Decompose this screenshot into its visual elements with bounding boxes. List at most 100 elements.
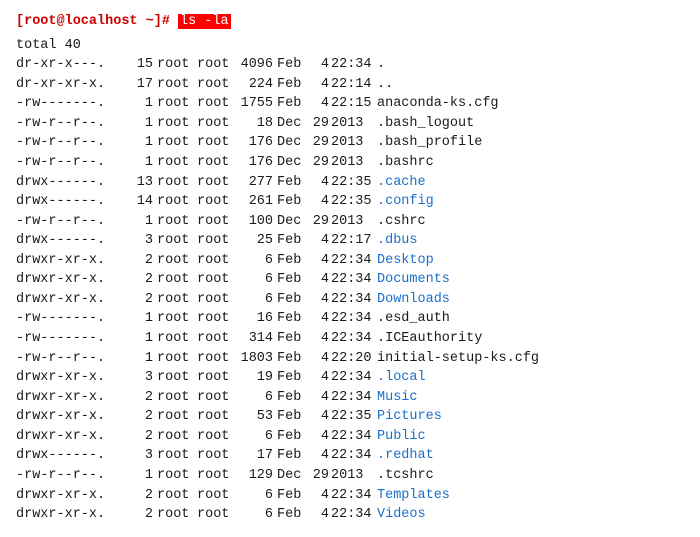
file-size: 53	[237, 407, 277, 427]
file-perms: dr-xr-xr-x.	[16, 75, 131, 95]
file-size: 277	[237, 173, 277, 193]
file-month: Feb	[277, 486, 309, 506]
file-size: 6	[237, 486, 277, 506]
file-time: 22:34	[331, 368, 377, 388]
file-size: 6	[237, 270, 277, 290]
file-month: Feb	[277, 349, 309, 369]
file-links: 2	[131, 486, 157, 506]
file-links: 2	[131, 388, 157, 408]
table-row: -rw-r--r--.1 rootroot176 Dec29 2013.bash…	[16, 133, 684, 153]
file-perms: drwxr-xr-x.	[16, 486, 131, 506]
file-month: Feb	[277, 55, 309, 75]
file-day: 29	[309, 133, 331, 153]
file-perms: -rw-r--r--.	[16, 349, 131, 369]
file-size: 19	[237, 368, 277, 388]
file-links: 1	[131, 133, 157, 153]
file-size: 6	[237, 427, 277, 447]
prompt-user: [root@localhost ~]#	[16, 14, 170, 29]
file-time: 22:15	[331, 94, 377, 114]
file-group: root	[197, 486, 237, 506]
table-row: -rw-r--r--.1 rootroot1803 Feb4 22:20init…	[16, 349, 684, 369]
file-links: 2	[131, 505, 157, 525]
file-time: 22:35	[331, 407, 377, 427]
file-perms: drwx------.	[16, 173, 131, 193]
file-group: root	[197, 75, 237, 95]
table-row: drwxr-xr-x.2 rootroot6 Feb4 22:34Downloa…	[16, 290, 684, 310]
file-day: 4	[309, 231, 331, 251]
file-time: 22:34	[331, 329, 377, 349]
file-group: root	[197, 427, 237, 447]
file-group: root	[197, 133, 237, 153]
table-row: -rw-------.1 rootroot16 Feb4 22:34.esd_a…	[16, 309, 684, 329]
file-owner: root	[157, 466, 197, 486]
file-owner: root	[157, 290, 197, 310]
file-day: 4	[309, 173, 331, 193]
table-row: drwxr-xr-x.3 rootroot19 Feb4 22:34.local	[16, 368, 684, 388]
file-day: 29	[309, 114, 331, 134]
file-perms: drwxr-xr-x.	[16, 270, 131, 290]
file-month: Dec	[277, 153, 309, 173]
file-perms: drwxr-xr-x.	[16, 407, 131, 427]
prompt-line: [root@localhost ~]# ls -la	[16, 12, 684, 32]
file-perms: -rw-r--r--.	[16, 212, 131, 232]
table-row: dr-xr-xr-x.17 rootroot224 Feb4 22:14..	[16, 75, 684, 95]
table-row: -rw-r--r--.1 rootroot100 Dec29 2013.cshr…	[16, 212, 684, 232]
file-time: 2013	[331, 133, 377, 153]
table-row: drwxr-xr-x.2 rootroot6 Feb4 22:34Templat…	[16, 486, 684, 506]
file-perms: -rw-r--r--.	[16, 466, 131, 486]
file-day: 29	[309, 212, 331, 232]
file-name: ..	[377, 75, 393, 95]
file-links: 2	[131, 407, 157, 427]
file-month: Feb	[277, 407, 309, 427]
file-day: 4	[309, 486, 331, 506]
file-perms: -rw-r--r--.	[16, 153, 131, 173]
file-owner: root	[157, 94, 197, 114]
file-name: Documents	[377, 270, 450, 290]
file-name: Downloads	[377, 290, 450, 310]
file-size: 1755	[237, 94, 277, 114]
file-links: 14	[131, 192, 157, 212]
file-perms: -rw-------.	[16, 94, 131, 114]
file-perms: drwxr-xr-x.	[16, 251, 131, 271]
file-links: 2	[131, 427, 157, 447]
file-links: 2	[131, 290, 157, 310]
file-day: 4	[309, 388, 331, 408]
file-group: root	[197, 212, 237, 232]
file-owner: root	[157, 486, 197, 506]
table-row: drwx------.3 rootroot25 Feb4 22:17.dbus	[16, 231, 684, 251]
file-size: 18	[237, 114, 277, 134]
file-owner: root	[157, 153, 197, 173]
table-row: -rw-r--r--.1 rootroot129 Dec29 2013.tcsh…	[16, 466, 684, 486]
file-time: 22:34	[331, 427, 377, 447]
file-name: .bashrc	[377, 153, 434, 173]
file-time: 2013	[331, 212, 377, 232]
file-time: 22:35	[331, 192, 377, 212]
file-day: 4	[309, 407, 331, 427]
file-month: Dec	[277, 114, 309, 134]
table-row: drwxr-xr-x.2 rootroot6 Feb4 22:34Public	[16, 427, 684, 447]
file-group: root	[197, 388, 237, 408]
file-owner: root	[157, 75, 197, 95]
file-group: root	[197, 466, 237, 486]
file-group: root	[197, 114, 237, 134]
file-month: Feb	[277, 388, 309, 408]
file-links: 1	[131, 153, 157, 173]
file-name: Public	[377, 427, 426, 447]
file-size: 25	[237, 231, 277, 251]
file-time: 22:34	[331, 270, 377, 290]
file-size: 314	[237, 329, 277, 349]
file-time: 2013	[331, 153, 377, 173]
file-links: 1	[131, 309, 157, 329]
table-row: -rw-------.1 rootroot1755 Feb4 22:15anac…	[16, 94, 684, 114]
prompt-cmd	[170, 14, 178, 29]
file-perms: drwxr-xr-x.	[16, 290, 131, 310]
file-name: Pictures	[377, 407, 442, 427]
file-group: root	[197, 329, 237, 349]
file-owner: root	[157, 427, 197, 447]
file-owner: root	[157, 309, 197, 329]
file-day: 4	[309, 505, 331, 525]
file-owner: root	[157, 192, 197, 212]
terminal-window: [root@localhost ~]# ls -la total 40 dr-x…	[16, 12, 684, 525]
file-owner: root	[157, 231, 197, 251]
file-perms: drwxr-xr-x.	[16, 388, 131, 408]
